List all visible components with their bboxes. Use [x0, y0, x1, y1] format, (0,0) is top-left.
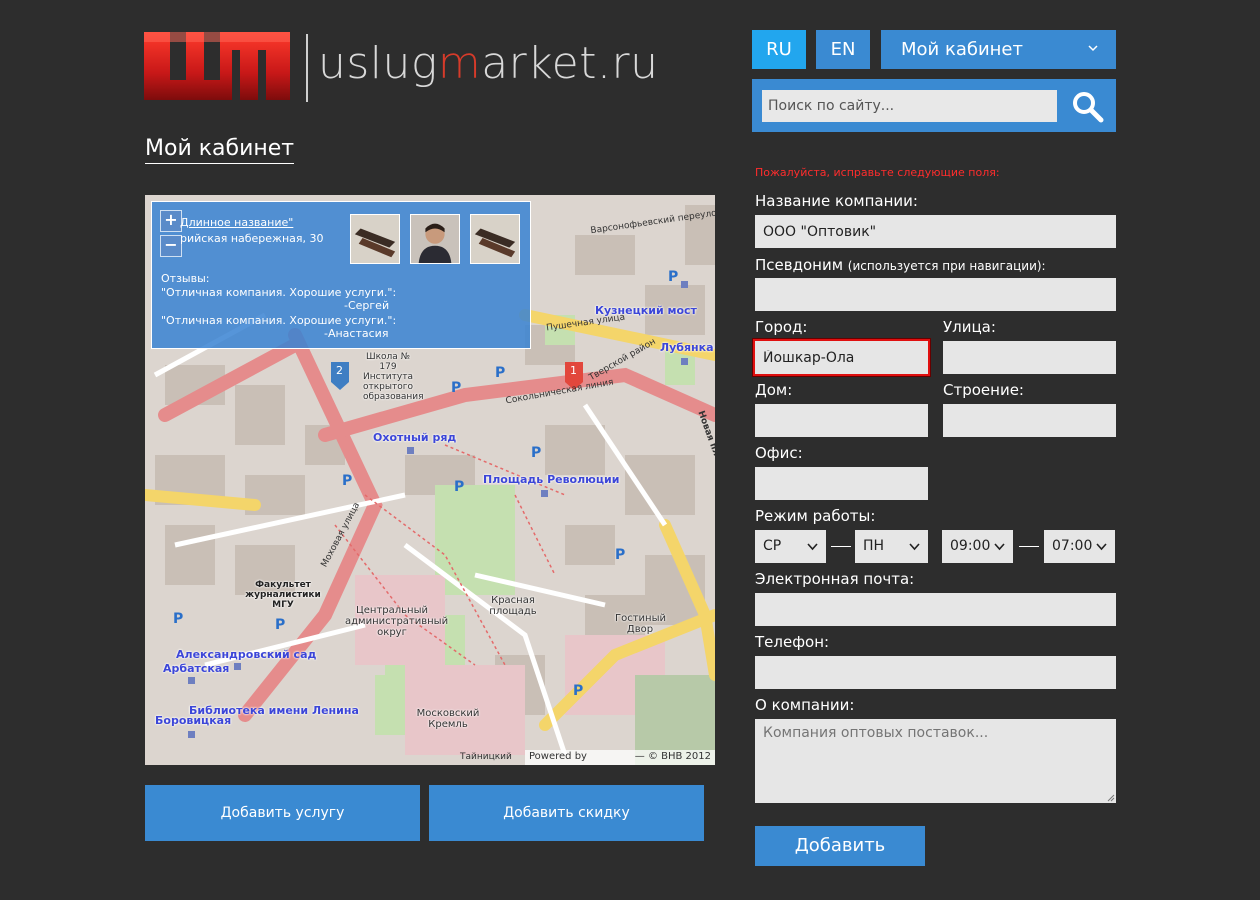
product-thumbnail[interactable]	[470, 214, 520, 264]
map-label-gostiny: Гостиный Двор	[615, 613, 666, 635]
logo-mark-icon	[144, 32, 290, 100]
map-attribution: Powered by — © BHB 2012	[525, 750, 715, 765]
parking-icon: P	[451, 380, 462, 396]
alias-label: Псевдоним (используется при навигации):	[755, 256, 1046, 274]
alias-field[interactable]	[755, 278, 1116, 311]
search-bar	[752, 79, 1116, 132]
lang-ru-button[interactable]: RU	[752, 30, 806, 69]
parking-icon: P	[668, 269, 679, 285]
popup-company-link[interactable]: Длинное название"	[180, 216, 293, 229]
house-label: Дом:	[755, 381, 793, 399]
map-label-school: Школа № 179 Института открытого образова…	[363, 352, 424, 402]
parking-icon: P	[573, 683, 584, 699]
map-label-arbatskaya: Арбатская	[163, 662, 230, 675]
page-title: Мой кабинет	[145, 136, 295, 164]
map-label-revolution: Площадь Революции	[483, 473, 620, 486]
day-to-select[interactable]: ПН	[855, 530, 928, 563]
zoom-out-icon[interactable]: −	[160, 235, 182, 257]
time-from-select[interactable]: 09:00	[942, 530, 1013, 563]
street-field[interactable]	[943, 341, 1116, 374]
email-label: Электронная почта:	[755, 570, 915, 588]
popup-review-text: "Отличная компания. Хорошие услуги.":	[161, 314, 397, 327]
city-field[interactable]	[753, 339, 930, 376]
my-cabinet-dropdown[interactable]: Мой кабинет	[881, 30, 1116, 69]
search-icon[interactable]	[1070, 89, 1106, 123]
phone-field[interactable]	[755, 656, 1116, 689]
map-powered-by[interactable]: Powered by	[529, 751, 587, 762]
map-label-kremlin: Московский Кремль	[416, 708, 480, 730]
map-label-okhotny: Охотный ряд	[373, 431, 457, 444]
search-input[interactable]	[762, 90, 1057, 122]
day-from-select[interactable]: СР	[755, 530, 826, 563]
map-marker-2-label[interactable]: 2	[336, 364, 343, 377]
map-label-lubyanka: Лубянка	[660, 341, 714, 354]
add-discount-button[interactable]: Добавить скидку	[429, 785, 704, 841]
zoom-in-icon[interactable]: +	[160, 210, 182, 232]
popup-review-author: -Анастасия	[324, 327, 389, 340]
parking-icon: P	[495, 365, 506, 381]
popup-address: рийская набережная, 30	[180, 232, 324, 245]
company-name-label: Название компании:	[755, 192, 918, 210]
map-widget[interactable]: 1 2 P P P P P P P P P P Кузнецкий мост Л…	[145, 195, 715, 765]
building-field[interactable]	[943, 404, 1116, 437]
city-label: Город:	[755, 318, 808, 336]
parking-icon: P	[454, 479, 465, 495]
hours-label: Режим работы:	[755, 507, 876, 525]
time-to-select[interactable]: 07:00	[1044, 530, 1115, 563]
email-field[interactable]	[755, 593, 1116, 626]
map-label-borovitskaya: Боровицкая	[155, 714, 232, 727]
about-field[interactable]	[755, 719, 1116, 803]
map-label-faculty: Факультет журналистики МГУ	[245, 580, 321, 610]
chevron-down-icon	[994, 543, 1005, 551]
map-label-central-district: Центральный административный округ	[345, 605, 449, 638]
map-label-alexandrovsky: Александровский сад	[176, 648, 317, 661]
map-label-red-square: Красная площадь	[489, 595, 537, 617]
person-thumbnail[interactable]	[410, 214, 460, 264]
chevron-down-icon	[909, 543, 920, 551]
parking-icon: P	[342, 473, 353, 489]
company-name-field[interactable]	[755, 215, 1116, 248]
office-label: Офис:	[755, 444, 803, 462]
add-service-button[interactable]: Добавить услугу	[145, 785, 420, 841]
popup-review-text: "Отличная компания. Хорошие услуги.":	[161, 286, 397, 299]
time-from-value: 09:00	[950, 538, 991, 554]
parking-icon: P	[531, 445, 542, 461]
parking-icon: P	[615, 547, 626, 563]
map-popup: + − Длинное название" рийская набережная…	[151, 201, 531, 349]
chevron-down-icon	[1096, 543, 1107, 551]
popup-review-author: -Сергей	[344, 299, 390, 312]
map-copyright: — © BHB 2012	[634, 751, 711, 762]
hours-dash	[831, 546, 851, 547]
parking-icon: P	[173, 611, 184, 627]
alias-hint: (используется при навигации):	[847, 259, 1046, 273]
street-label-form: Улица:	[943, 318, 996, 336]
house-field[interactable]	[755, 404, 928, 437]
parking-icon: P	[275, 617, 286, 633]
map-marker-1-label[interactable]: 1	[570, 364, 577, 377]
street-label: Тайницкий	[460, 752, 512, 762]
lang-en-button[interactable]: EN	[816, 30, 870, 69]
form-error-message: Пожалуйста, исправьте следующие поля:	[755, 166, 1000, 179]
about-label: О компании:	[755, 696, 855, 714]
day-to-value: ПН	[863, 538, 885, 554]
site-logo[interactable]: uslugmarket.ru	[140, 28, 670, 108]
hours-dash	[1019, 546, 1039, 547]
chevron-down-icon	[807, 543, 818, 551]
my-cabinet-label: Мой кабинет	[901, 39, 1023, 60]
building-label: Строение:	[943, 381, 1024, 399]
phone-label: Телефон:	[755, 633, 830, 651]
office-field[interactable]	[755, 467, 928, 500]
logo-divider	[306, 34, 308, 102]
submit-button[interactable]: Добавить	[755, 826, 925, 866]
popup-reviews-title: Отзывы:	[161, 272, 210, 285]
logo-wordmark: uslugmarket.ru	[318, 38, 659, 89]
product-thumbnail[interactable]	[350, 214, 400, 264]
chevron-down-icon	[1088, 45, 1098, 52]
day-from-value: СР	[763, 538, 782, 554]
time-to-value: 07:00	[1052, 538, 1093, 554]
resize-grip-icon[interactable]	[1106, 793, 1115, 802]
